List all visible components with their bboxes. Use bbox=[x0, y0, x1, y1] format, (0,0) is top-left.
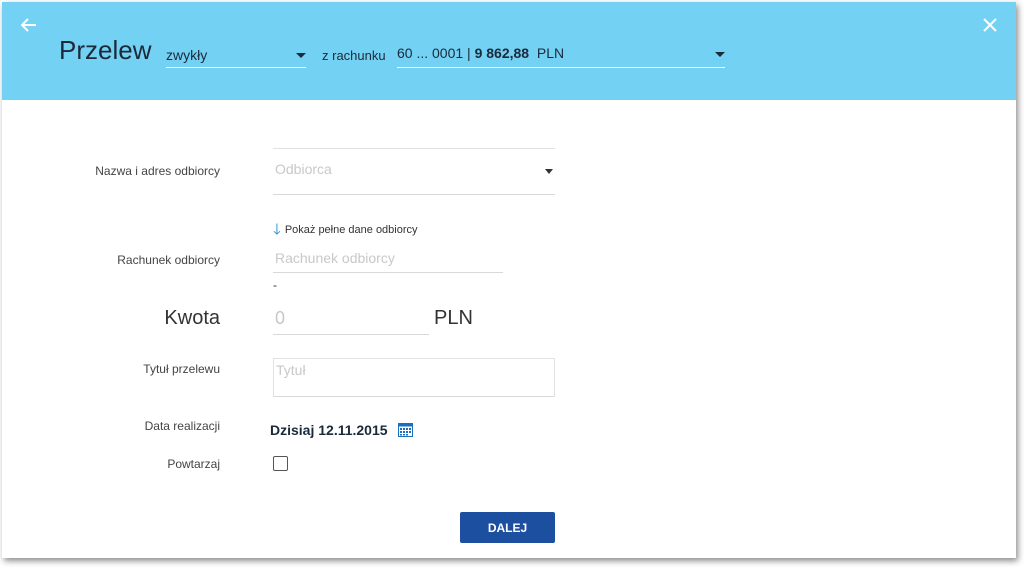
back-arrow-icon[interactable] bbox=[18, 14, 40, 36]
arrow-down-icon: 🡓 bbox=[273, 221, 281, 238]
chevron-down-icon[interactable] bbox=[545, 169, 553, 174]
next-button[interactable]: DALEJ bbox=[460, 512, 555, 543]
recipient-account-label: Rachunek odbiorcy bbox=[117, 253, 220, 267]
recipient-account-placeholder: Rachunek odbiorcy bbox=[275, 250, 395, 266]
recipient-combobox[interactable]: Odbiorca bbox=[273, 148, 555, 195]
amount-label: Kwota bbox=[164, 307, 220, 329]
execution-date-value[interactable]: Dzisiaj 12.11.2015 bbox=[270, 422, 388, 438]
transfer-type-select[interactable]: zwykły bbox=[166, 47, 306, 68]
transfer-window: Przelew zwykły z rachunku 60 ... 0001 | … bbox=[2, 2, 1016, 558]
from-account-select[interactable]: 60 ... 0001 | 9 862,88 PLN bbox=[397, 45, 725, 68]
from-account-label: z rachunku bbox=[322, 48, 386, 63]
show-full-recipient-link[interactable]: 🡓 Pokaż pełne dane odbiorcy bbox=[273, 219, 418, 244]
transfer-type-value: zwykły bbox=[166, 47, 208, 63]
recipient-label: Nazwa i adres odbiorcy bbox=[95, 164, 220, 178]
transfer-title-label: Tytuł przelewu bbox=[143, 362, 220, 376]
page-title: Przelew bbox=[59, 35, 152, 65]
repeat-checkbox[interactable] bbox=[273, 456, 288, 471]
amount-placeholder: 0 bbox=[275, 308, 286, 328]
chevron-down-icon bbox=[715, 52, 725, 57]
header-bar: Przelew zwykły z rachunku 60 ... 0001 | … bbox=[2, 2, 1016, 100]
recipient-placeholder: Odbiorca bbox=[275, 161, 332, 177]
chevron-down-icon bbox=[296, 53, 306, 58]
amount-currency: PLN bbox=[434, 307, 473, 329]
calendar-icon[interactable] bbox=[398, 422, 413, 437]
from-account-value: 60 ... 0001 | 9 862,88 PLN bbox=[397, 45, 565, 61]
close-icon[interactable] bbox=[980, 15, 1000, 35]
transfer-title-placeholder: Tytuł bbox=[276, 362, 306, 378]
transfer-title-input[interactable]: Tytuł bbox=[273, 358, 555, 397]
repeat-label: Powtarzaj bbox=[167, 457, 220, 471]
amount-input[interactable]: 0 bbox=[273, 304, 429, 335]
recipient-account-input[interactable]: Rachunek odbiorcy bbox=[273, 248, 503, 273]
execution-date-label: Data realizacji bbox=[144, 419, 220, 433]
bank-name-placeholder: - bbox=[273, 278, 277, 292]
